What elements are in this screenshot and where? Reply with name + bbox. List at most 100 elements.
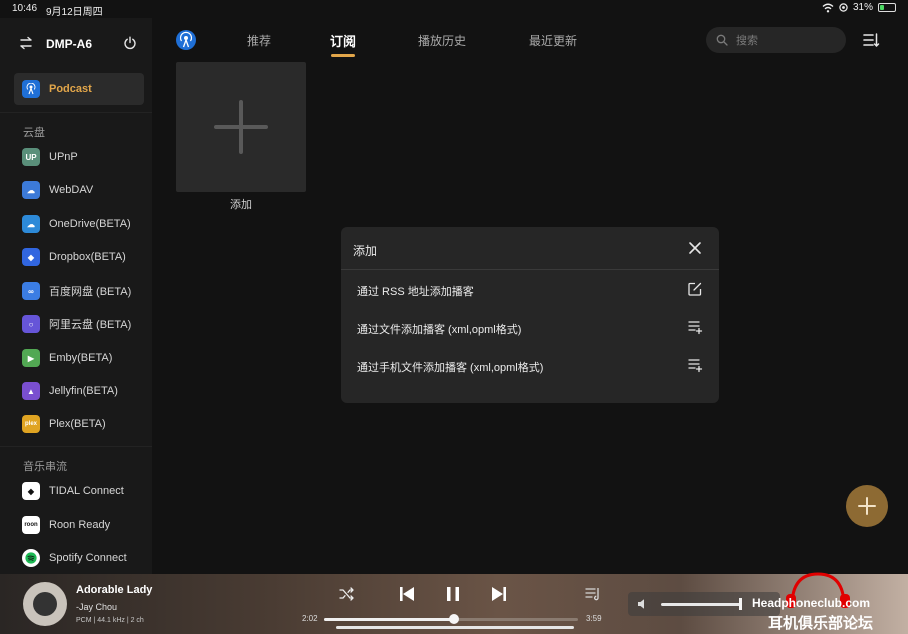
plex-icon: plex	[22, 415, 40, 433]
add-tile-label: 添加	[230, 199, 252, 211]
tidal-icon: ◆	[22, 482, 40, 500]
sidebar: DMP-A6 Podcast 云盘 UP UPnP ☁ WebDAV ☁ One…	[0, 18, 152, 574]
sidebar-item-onedrive[interactable]: ☁ OneDrive(BETA)	[14, 208, 144, 240]
top-tabs: 推荐 订阅 播放历史 最近更新 搜索	[152, 18, 908, 64]
sidebar-item-label: Emby(BETA)	[49, 352, 113, 364]
swap-device-icon[interactable]	[19, 36, 33, 50]
status-date: 9月12日周四	[46, 7, 103, 18]
tab-subscriptions[interactable]: 订阅	[330, 31, 356, 50]
dropbox-icon: ◆	[22, 248, 40, 266]
sidebar-item-upnp[interactable]: UP UPnP	[14, 141, 144, 173]
dialog-title: 添加	[353, 244, 378, 258]
sidebar-divider	[0, 446, 152, 447]
sidebar-item-aliyun[interactable]: ○ 阿里云盘 (BETA)	[14, 308, 144, 340]
sidebar-item-tidal[interactable]: ◆ TIDAL Connect	[14, 475, 144, 507]
power-icon[interactable]	[123, 36, 137, 50]
sidebar-item-emby[interactable]: ▶ Emby(BETA)	[14, 342, 144, 374]
tab-recent-updates[interactable]: 最近更新	[529, 32, 577, 49]
battery-fill	[880, 5, 884, 10]
progress-bottom-bar	[336, 626, 574, 629]
next-track-icon[interactable]	[490, 585, 508, 603]
battery-percent: 31%	[852, 2, 873, 13]
sidebar-item-label: Podcast	[49, 83, 92, 95]
sidebar-item-label: Plex(BETA)	[49, 418, 106, 430]
previous-track-icon[interactable]	[398, 585, 416, 603]
active-tab-indicator	[331, 54, 355, 57]
track-format: PCM | 44.1 kHz | 2 ch	[76, 617, 144, 624]
tab-history[interactable]: 播放历史	[418, 32, 466, 49]
stream-section-title: 音乐串流	[23, 461, 67, 473]
add-podcast-dialog: 添加 通过 RSS 地址添加播客 通过文件添加播客 (xml,opml格式) 通…	[341, 227, 719, 403]
watermark-text: Headphoneclub.com	[752, 596, 871, 610]
wifi-icon	[822, 3, 834, 12]
baidu-icon: ∞	[22, 282, 40, 300]
roon-icon: roon	[22, 516, 40, 534]
volume-slider[interactable]	[661, 603, 741, 606]
sidebar-item-spotify[interactable]: Spotify Connect	[14, 542, 144, 574]
progress-fill	[324, 618, 454, 621]
sidebar-item-webdav[interactable]: ☁ WebDAV	[14, 174, 144, 206]
cloud-section-title: 云盘	[23, 127, 45, 139]
sidebar-item-podcast[interactable]: Podcast	[14, 73, 144, 105]
emby-icon: ▶	[22, 349, 40, 367]
sidebar-item-label: Jellyfin(BETA)	[49, 385, 118, 397]
aliyun-icon: ○	[22, 315, 40, 333]
playlist-add-icon	[688, 321, 703, 335]
add-podcast-tile[interactable]	[176, 62, 306, 192]
total-duration: 3:59	[586, 614, 602, 623]
track-artist: -Jay Chou	[76, 602, 118, 612]
queue-icon[interactable]	[585, 586, 601, 602]
progress-knob[interactable]	[449, 614, 459, 624]
volume-knob[interactable]	[739, 598, 742, 610]
battery-icon	[878, 3, 896, 12]
sidebar-item-label: WebDAV	[49, 184, 94, 196]
track-title: Adorable Lady	[76, 584, 153, 596]
edit-icon	[688, 282, 702, 296]
watermark-text-zh: 耳机俱乐部论坛	[768, 615, 874, 632]
sidebar-item-label: Dropbox(BETA)	[49, 251, 126, 263]
sidebar-item-label: UPnP	[49, 151, 78, 163]
sidebar-item-baidu[interactable]: ∞ 百度网盘 (BETA)	[14, 275, 144, 307]
spotify-icon	[22, 549, 40, 567]
add-via-phone-file-option[interactable]: 通过手机文件添加播客 (xml,opml格式)	[357, 356, 703, 376]
add-via-rss-option[interactable]: 通过 RSS 地址添加播客	[357, 280, 703, 300]
elapsed-time: 2:02	[302, 614, 318, 623]
sidebar-item-plex[interactable]: plex Plex(BETA)	[14, 408, 144, 440]
sidebar-item-roon[interactable]: roon Roon Ready	[14, 509, 144, 541]
sidebar-item-label: Roon Ready	[49, 519, 111, 531]
volume-icon	[638, 599, 644, 609]
app-root: 10:46 9月12日周四 31% DMP-A6 Podcast 云盘 UP U…	[0, 0, 908, 634]
search-icon	[716, 34, 728, 46]
sidebar-header: DMP-A6	[0, 32, 152, 58]
album-art[interactable]	[23, 582, 67, 626]
search-input[interactable]: 搜索	[706, 27, 846, 53]
sidebar-item-label: TIDAL Connect	[49, 485, 124, 497]
jellyfin-icon: ▲	[22, 382, 40, 400]
floating-add-button[interactable]	[846, 485, 888, 527]
upnp-icon: UP	[22, 148, 40, 166]
device-name[interactable]: DMP-A6	[46, 37, 92, 51]
sidebar-item-dropbox[interactable]: ◆ Dropbox(BETA)	[14, 241, 144, 273]
sort-icon[interactable]	[862, 31, 880, 49]
option-label: 通过手机文件添加播客 (xml,opml格式)	[357, 362, 544, 374]
onedrive-icon: ☁	[22, 215, 40, 233]
plus-icon-vertical	[239, 100, 243, 154]
sidebar-item-label: OneDrive(BETA)	[49, 218, 131, 230]
playlist-add-icon	[688, 359, 703, 373]
option-label: 通过文件添加播客 (xml,opml格式)	[357, 324, 522, 336]
tab-recommended[interactable]: 推荐	[247, 32, 271, 49]
webdav-icon: ☁	[22, 181, 40, 199]
close-icon[interactable]	[688, 241, 702, 255]
status-right: 31%	[822, 2, 896, 13]
podcast-icon	[22, 80, 40, 98]
search-placeholder: 搜索	[736, 35, 758, 47]
location-icon	[839, 3, 848, 12]
sidebar-item-label: 百度网盘 (BETA)	[49, 286, 132, 298]
dialog-divider	[341, 269, 719, 270]
sidebar-item-label: Spotify Connect	[49, 552, 127, 564]
pause-icon[interactable]	[445, 585, 461, 603]
sidebar-item-jellyfin[interactable]: ▲ Jellyfin(BETA)	[14, 375, 144, 407]
shuffle-icon[interactable]	[339, 587, 355, 601]
add-via-file-option[interactable]: 通过文件添加播客 (xml,opml格式)	[357, 318, 703, 338]
sidebar-item-label: 阿里云盘 (BETA)	[49, 319, 132, 331]
